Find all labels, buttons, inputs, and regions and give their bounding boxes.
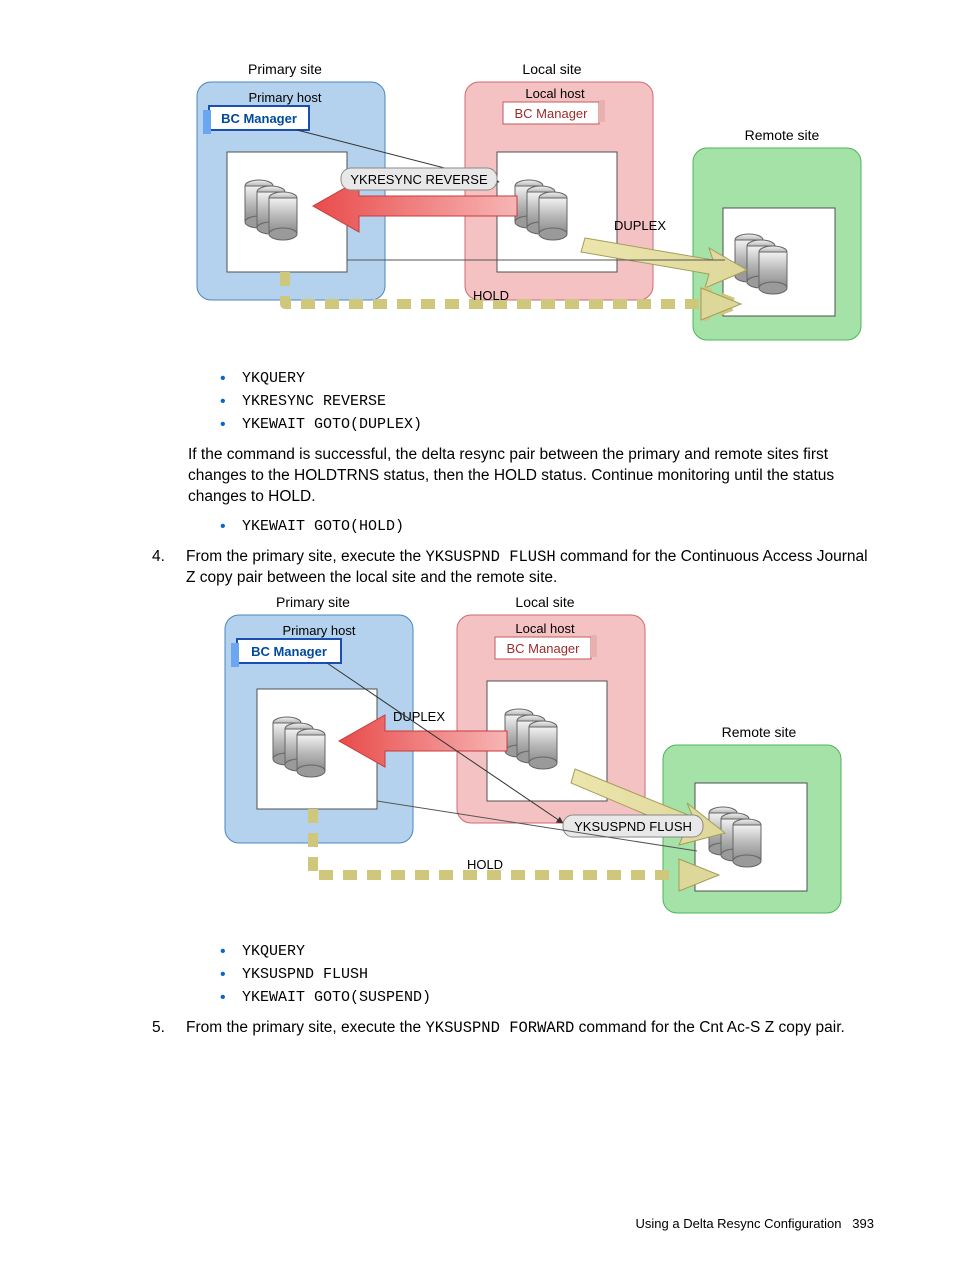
command-item: YKEWAIT GOTO(DUPLEX) xyxy=(220,416,874,433)
step-text-prefix: From the primary site, execute the xyxy=(186,548,425,565)
label-local-site: Local site xyxy=(515,594,574,610)
step-number: 4. xyxy=(152,547,186,589)
diagram-ykresync-reverse: Primary site Primary host BC Manager Loc… xyxy=(185,60,874,350)
label-remote-site: Remote site xyxy=(722,724,797,740)
step-text-prefix: From the primary site, execute the xyxy=(186,1019,425,1036)
label-hold: HOLD xyxy=(467,857,503,872)
label-yksuspnd-flush: YKSUSPND FLUSH xyxy=(574,819,692,834)
label-local-site: Local site xyxy=(522,61,581,77)
label-local-host: Local host xyxy=(525,86,585,101)
label-local-host: Local host xyxy=(515,621,575,636)
command-item: YKEWAIT GOTO(SUSPEND) xyxy=(220,989,874,1006)
label-duplex: DUPLEX xyxy=(614,218,666,233)
label-primary-site: Primary site xyxy=(248,61,322,77)
paragraph-holdtrns: If the command is successful, the delta … xyxy=(188,445,874,508)
label-hold: HOLD xyxy=(473,288,509,303)
diagram-yksuspnd-flush: Primary site Primary host BC Manager Loc… xyxy=(185,593,874,923)
step-5: 5. From the primary site, execute the YK… xyxy=(152,1018,874,1039)
command-item: YKQUERY xyxy=(220,943,874,960)
label-primary-host: Primary host xyxy=(283,623,356,638)
command-item: YKEWAIT GOTO(HOLD) xyxy=(220,518,874,535)
label-primary-host: Primary host xyxy=(249,90,322,105)
bullets-commands-3: YKQUERY YKSUSPND FLUSH YKEWAIT GOTO(SUSP… xyxy=(220,943,874,1006)
label-primary-site: Primary site xyxy=(276,594,350,610)
command-item: YKRESYNC REVERSE xyxy=(220,393,874,410)
label-bc-primary: BC Manager xyxy=(221,111,297,126)
label-bc-local: BC Manager xyxy=(515,106,589,121)
step-text-suffix: command for the Cnt Ac-S Z copy pair. xyxy=(574,1019,845,1036)
step-number: 5. xyxy=(152,1018,186,1039)
command-item: YKQUERY xyxy=(220,370,874,387)
step-command: YKSUSPND FORWARD xyxy=(425,1019,574,1037)
step-4: 4. From the primary site, execute the YK… xyxy=(152,547,874,589)
bullets-commands-2: YKEWAIT GOTO(HOLD) xyxy=(220,518,874,535)
label-duplex: DUPLEX xyxy=(393,709,445,724)
label-remote-site: Remote site xyxy=(745,127,820,143)
footer-page: 393 xyxy=(852,1216,874,1231)
label-bc-primary: BC Manager xyxy=(251,644,327,659)
command-item: YKSUSPND FLUSH xyxy=(220,966,874,983)
page-footer: Using a Delta Resync Configuration 393 xyxy=(636,1216,874,1231)
label-ykresync-reverse: YKRESYNC REVERSE xyxy=(350,172,488,187)
label-bc-local: BC Manager xyxy=(507,641,581,656)
footer-text: Using a Delta Resync Configuration xyxy=(636,1216,842,1231)
step-command: YKSUSPND FLUSH xyxy=(425,548,555,566)
bullets-commands-1: YKQUERY YKRESYNC REVERSE YKEWAIT GOTO(DU… xyxy=(220,370,874,433)
